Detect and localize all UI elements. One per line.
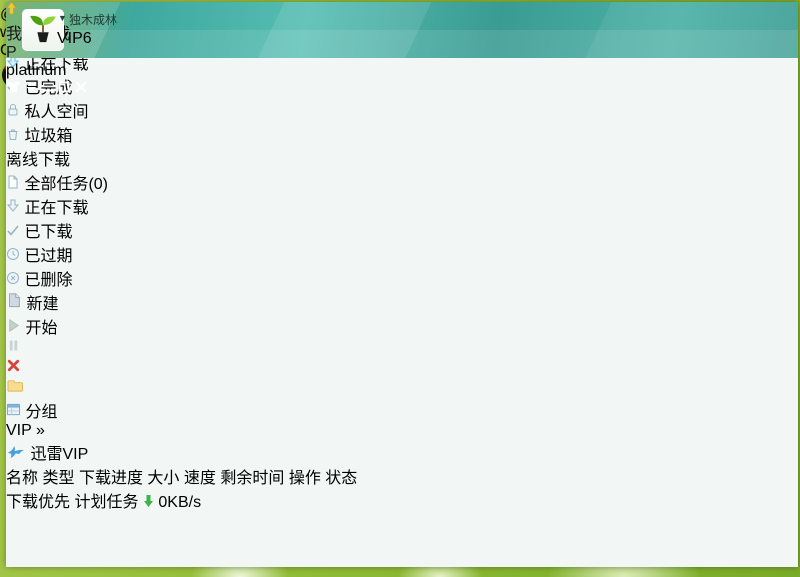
sidebar-item-offline-downloading[interactable]: 正在下载: [6, 194, 798, 218]
play-icon: [6, 320, 25, 337]
window-controls: [6, 80, 798, 98]
pause-icon: [6, 340, 21, 357]
sidebar-item-label: 正在下载: [24, 200, 88, 217]
skin-watermark-text: platinum: [6, 62, 798, 80]
toolbar-more-button[interactable]: »: [36, 422, 45, 439]
maximize-icon: [58, 80, 74, 97]
download-speed-indicator: 0KB/s: [143, 494, 201, 511]
tab-my-downloads[interactable]: 我的下载: [6, 20, 798, 44]
sidebar-item-label: 已删除: [24, 272, 72, 289]
sidebar-item-trash[interactable]: 垃圾箱: [6, 122, 798, 146]
sidebar-section-offline-title: 离线下载: [6, 146, 798, 170]
column-header-progress[interactable]: 下载进度: [79, 470, 143, 487]
close-icon: [75, 80, 87, 97]
new-task-button[interactable]: 新建: [6, 290, 798, 314]
start-button[interactable]: 开始: [6, 314, 798, 338]
speed-value: 0KB/s: [158, 494, 201, 511]
username[interactable]: 独木成林: [69, 11, 117, 28]
user-dropdown-arrow[interactable]: ▼: [58, 13, 67, 23]
speed-down-arrow-icon: [143, 494, 158, 511]
close-button[interactable]: [75, 80, 87, 97]
lock-icon: [6, 104, 24, 121]
titlebar: ▼ 独木成林 VIP6 我的下载 P platinum: [6, 2, 798, 58]
column-header-action[interactable]: 操作: [289, 470, 321, 487]
list-column-headers: 名称 类型 下载进度 大小 速度 剩余时间 操作 状态: [6, 464, 798, 488]
xunlei-vip-button[interactable]: 迅雷VIP: [6, 440, 798, 464]
toolbar: 新建 开始: [6, 290, 798, 464]
download-arrow-icon: [6, 200, 24, 217]
start-label: 开始: [25, 320, 57, 337]
sidebar-item-label: 垃圾箱: [24, 128, 72, 145]
delete-button[interactable]: [6, 358, 798, 378]
thunder-bird-icon: [6, 446, 30, 463]
column-header-type[interactable]: 类型: [42, 470, 74, 487]
vip-upgrade-arrow-icon[interactable]: [6, 2, 17, 19]
clock-icon: [6, 248, 24, 265]
circle-x-icon: [6, 272, 24, 289]
sidebar-item-label: 全部任务(0): [24, 176, 108, 193]
sidebar-item-label: 已下载: [24, 224, 72, 241]
skin-crest: P: [6, 44, 798, 62]
new-task-label: 新建: [26, 296, 58, 313]
delete-x-icon: [6, 360, 21, 377]
document-icon: [6, 176, 24, 193]
sidebar-item-private-space[interactable]: 私人空间: [6, 98, 798, 122]
sidebar-item-label: 私人空间: [24, 104, 88, 121]
column-header-remaining[interactable]: 剩余时间: [220, 470, 284, 487]
xunlei-vip-label: 迅雷VIP: [30, 446, 88, 463]
vip-toolbar-badge[interactable]: VIP: [6, 422, 32, 439]
trash-icon: [6, 128, 24, 145]
column-header-status[interactable]: 状态: [325, 470, 357, 487]
minimize-button[interactable]: [42, 80, 58, 97]
pause-button[interactable]: [6, 338, 798, 358]
sidebar-item-offline-downloaded[interactable]: 已下载: [6, 218, 798, 242]
vip-level-badge[interactable]: VIP6: [57, 30, 92, 48]
sidebar-item-label: 已过期: [24, 248, 72, 265]
folder-icon: [6, 380, 24, 397]
group-list-icon: [6, 404, 25, 421]
new-document-icon: [6, 296, 26, 313]
skin-button[interactable]: [6, 80, 25, 97]
desktop-background: ▼ 独木成林 VIP6 我的下载 P platinum: [0, 0, 800, 577]
plant-logo-icon: [26, 11, 60, 50]
menu-chevron-icon: [25, 80, 41, 97]
download-priority-link[interactable]: 下载优先: [6, 494, 70, 511]
sidebar-item-offline-deleted[interactable]: 已删除: [6, 266, 798, 290]
sidebar-item-offline-expired[interactable]: 已过期: [6, 242, 798, 266]
scheduled-tasks-link[interactable]: 计划任务: [74, 494, 138, 511]
open-folder-button[interactable]: [6, 378, 798, 398]
check-icon: [6, 224, 24, 241]
group-label: 分组: [25, 404, 57, 421]
minimize-icon: [42, 80, 58, 97]
column-header-speed[interactable]: 速度: [184, 470, 216, 487]
column-header-name[interactable]: 名称: [6, 470, 38, 487]
column-header-size[interactable]: 大小: [147, 470, 179, 487]
app-window: ▼ 独木成林 VIP6 我的下载 P platinum: [6, 2, 798, 567]
sidebar-item-offline-all-tasks[interactable]: 全部任务(0): [6, 170, 798, 194]
group-button[interactable]: 分组: [6, 398, 798, 422]
statusbar: 下载优先 计划任务 0KB/s: [6, 488, 798, 512]
skin-crest-letter: P: [6, 44, 17, 61]
maximize-button[interactable]: [58, 80, 74, 97]
main-menu-button[interactable]: [25, 80, 41, 97]
shirt-icon: [6, 80, 25, 97]
